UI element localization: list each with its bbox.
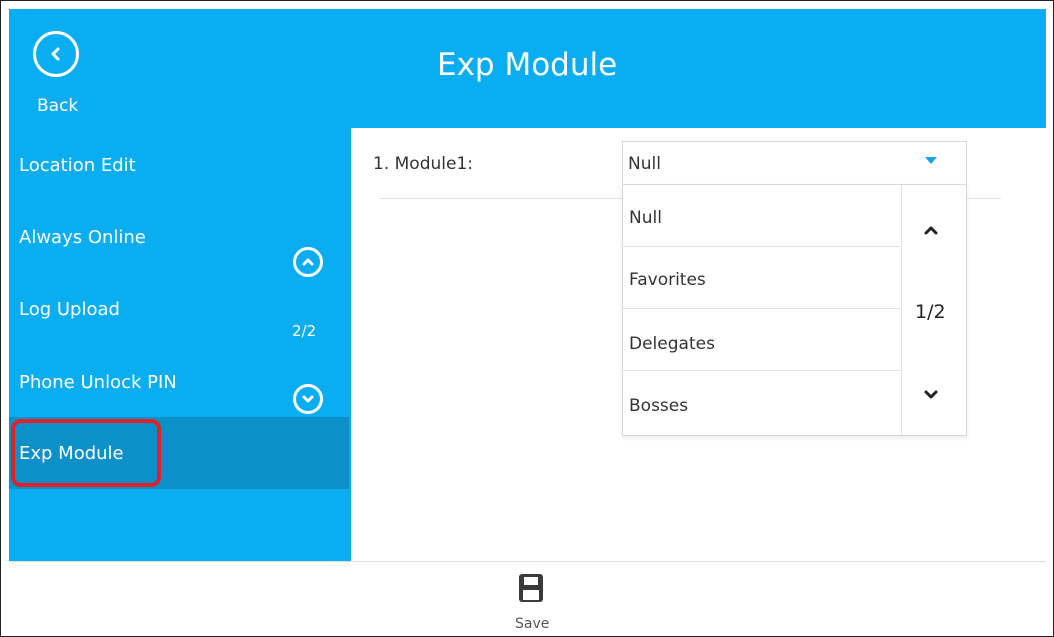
option-label: Delegates bbox=[629, 334, 715, 354]
sidebar-page-indicator: 2/2 bbox=[292, 322, 317, 340]
back-button[interactable] bbox=[33, 31, 79, 77]
chevron-down-icon bbox=[302, 395, 314, 403]
selection-highlight bbox=[11, 419, 161, 487]
dropdown-page-down-icon[interactable] bbox=[923, 389, 939, 401]
screen: Back Exp Module Location Edit Always Onl… bbox=[0, 0, 1054, 637]
sidebar-item-phone-unlock-pin[interactable]: Phone Unlock PIN bbox=[19, 372, 177, 393]
sidebar-page-down-button[interactable] bbox=[293, 384, 323, 414]
dropdown-page-indicator: 1/2 bbox=[915, 301, 946, 323]
option-label: Favorites bbox=[629, 270, 706, 290]
option-label: Bosses bbox=[629, 396, 689, 416]
dropdown-option-favorites[interactable]: Favorites bbox=[623, 247, 901, 309]
save-label[interactable]: Save bbox=[515, 616, 549, 632]
option-label: Null bbox=[629, 208, 662, 228]
back-label[interactable]: Back bbox=[37, 96, 78, 116]
page-title: Exp Module bbox=[437, 47, 618, 83]
caret-down-icon[interactable] bbox=[924, 156, 938, 166]
dropdown-option-bosses[interactable]: Bosses bbox=[623, 371, 901, 433]
dropdown-option-delegates[interactable]: Delegates bbox=[623, 309, 901, 371]
sidebar-page-up-button[interactable] bbox=[293, 247, 323, 277]
dropdown-page-up-icon[interactable] bbox=[923, 224, 939, 236]
chevron-up-icon bbox=[302, 258, 314, 266]
sidebar-item-log-upload[interactable]: Log Upload bbox=[19, 299, 120, 320]
dropdown-separator bbox=[901, 185, 902, 435]
save-icon[interactable] bbox=[518, 573, 544, 603]
module1-select[interactable] bbox=[622, 141, 967, 185]
sidebar-item-location-edit[interactable]: Location Edit bbox=[19, 155, 136, 176]
module1-select-value[interactable]: Null bbox=[628, 154, 661, 174]
dropdown-option-null[interactable]: Null bbox=[623, 185, 901, 247]
chevron-left-icon bbox=[51, 47, 60, 61]
module1-label: 1. Module1: bbox=[373, 154, 473, 174]
sidebar-item-always-online[interactable]: Always Online bbox=[19, 227, 146, 248]
